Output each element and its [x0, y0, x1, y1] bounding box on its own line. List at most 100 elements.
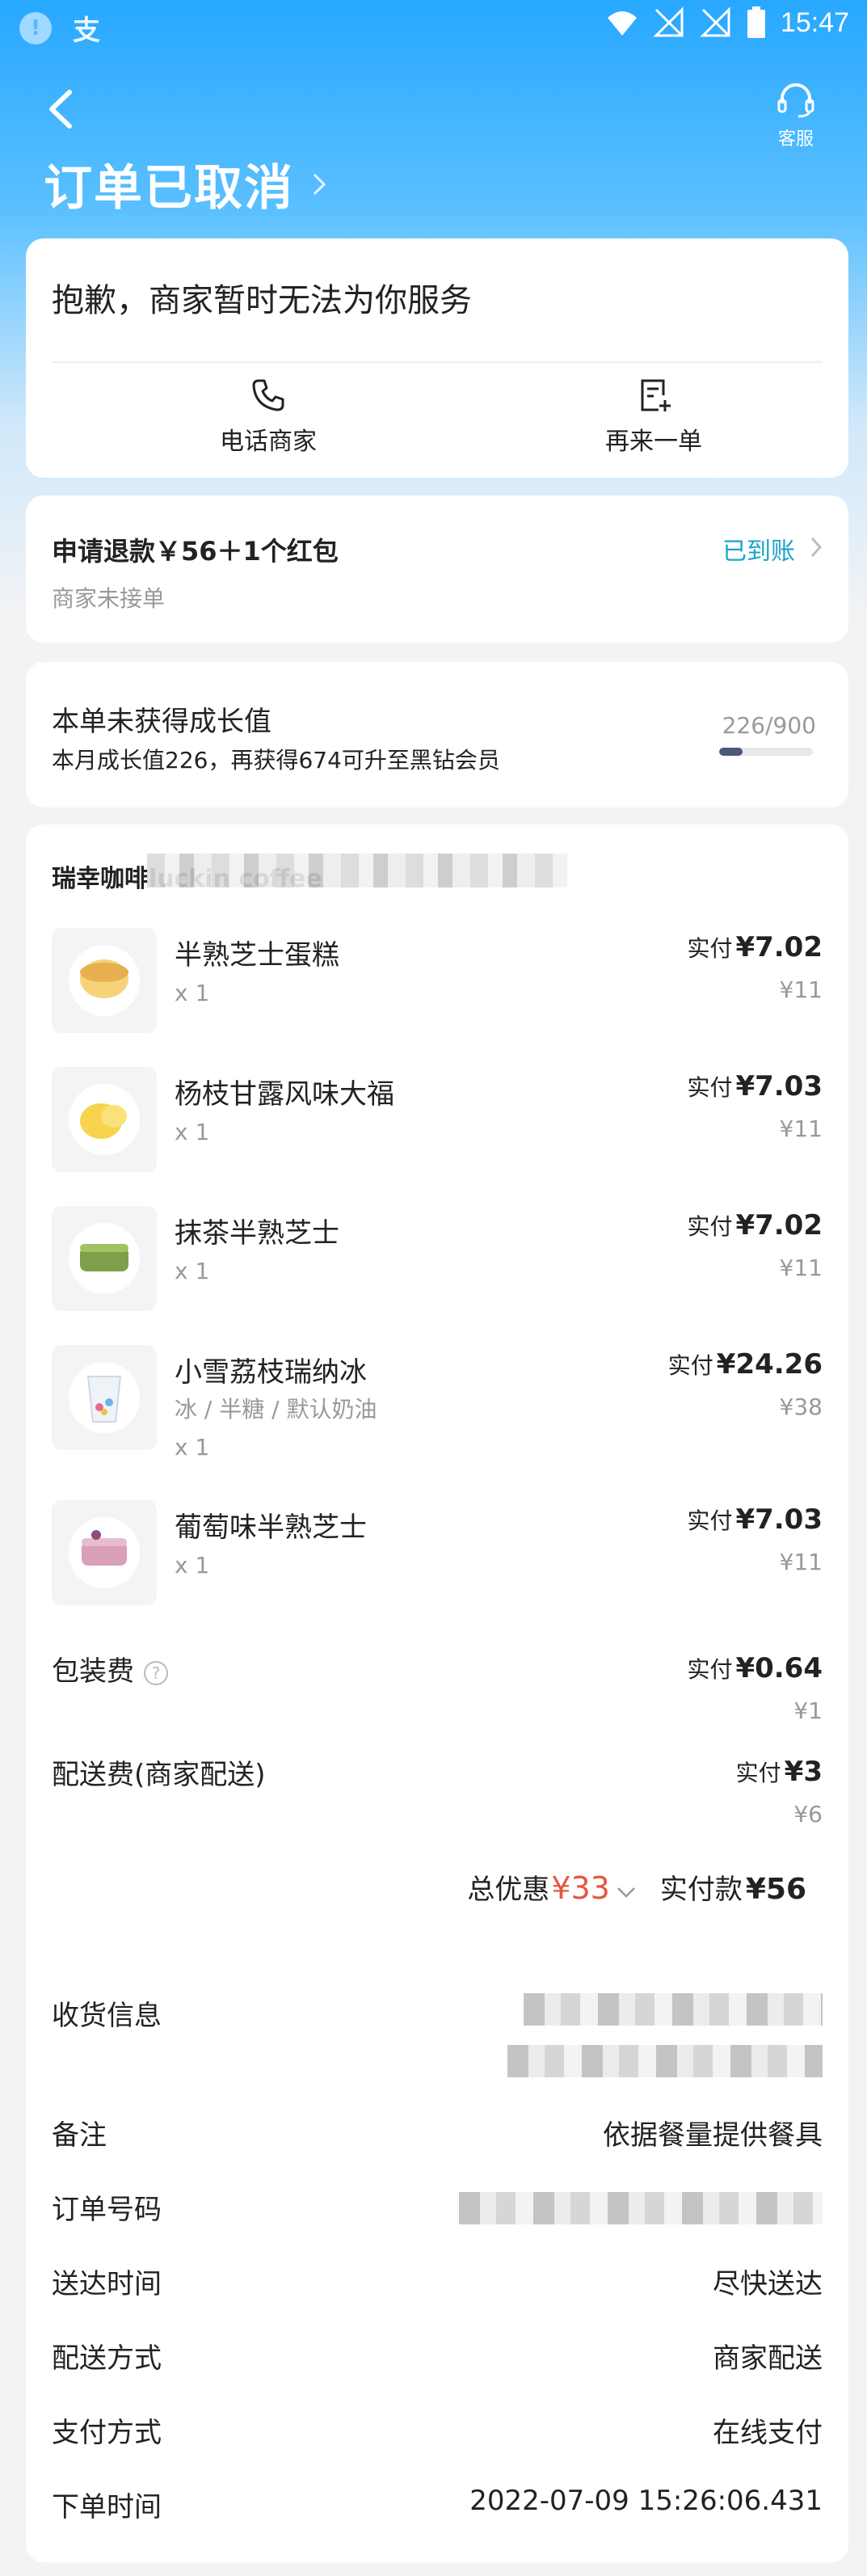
call-merchant-button[interactable]: 电话商家 [147, 377, 389, 457]
item-paid-price: 实付 ¥7.02 [687, 1209, 823, 1242]
payment-method-value: 在线支付 [713, 2417, 823, 2449]
chevron-right-icon [313, 173, 326, 195]
back-icon[interactable] [45, 89, 78, 129]
paid-value: ¥24.26 [716, 1348, 823, 1381]
delivery-fee-row: 配送费(商家配送) 实付 ¥3 ¥6 [52, 1752, 823, 1841]
reorder-label: 再来一单 [605, 428, 702, 456]
redaction-blur [524, 1993, 823, 2026]
item-name: 小雪荔枝瑞纳冰 [175, 1356, 367, 1389]
growth-subtitle: 本月成长值226，再获得674可升至黑钻会员 [52, 747, 500, 774]
signal-icon-2 [700, 6, 730, 37]
call-merchant-label: 电话商家 [220, 428, 317, 456]
paid-prefix: 实付 [687, 1656, 733, 1683]
signal-icon [653, 6, 684, 37]
help-icon[interactable]: ? [144, 1660, 168, 1685]
reorder-button[interactable]: 再来一单 [532, 377, 775, 457]
refund-card[interactable]: 申请退款￥56＋1个红包 商家未接单 已到账 [26, 495, 848, 643]
total-label: 实付款 [659, 1874, 743, 1906]
customer-service-label: 客服 [777, 129, 814, 150]
wifi-icon [607, 11, 637, 36]
paid-value: ¥7.02 [735, 931, 823, 963]
refund-title: 申请退款￥56＋1个红包 [52, 536, 339, 567]
item-original-price: ¥11 [779, 1254, 823, 1281]
paid-value: ¥7.03 [735, 1070, 823, 1102]
item-name: 抹茶半熟芝士 [175, 1217, 339, 1250]
redaction-blur [459, 2192, 823, 2224]
delivery-fee-label: 配送费(商家配送) [52, 1759, 266, 1791]
item-quantity: x 1 [175, 1434, 210, 1461]
address-row: 收货信息 [52, 1993, 823, 2090]
order-item[interactable]: 抹茶半熟芝士 x 1 实付 ¥7.02 ¥11 [52, 1206, 823, 1327]
page-title-text: 订单已取消 [44, 160, 294, 217]
discount-value[interactable]: ¥33 [551, 1870, 610, 1906]
order-time-value: 2022-07-09 15:26:06.431 [469, 2485, 823, 2517]
growth-card[interactable]: 本单未获得成长值 本月成长值226，再获得674可升至黑钻会员 226/900 [26, 662, 848, 807]
order-item[interactable]: 杨枝甘露风味大福 x 1 实付 ¥7.03 ¥11 [52, 1067, 823, 1188]
packaging-fee-label: 包装费? [52, 1649, 168, 1689]
order-number-label: 订单号码 [52, 2194, 162, 2226]
item-original-price: ¥11 [779, 1549, 823, 1575]
growth-progress-fill [719, 748, 743, 756]
delivery-method-row: 配送方式 商家配送 [52, 2336, 823, 2376]
headset-icon [777, 83, 814, 118]
item-image [52, 1500, 157, 1605]
refund-subtitle: 商家未接单 [52, 585, 166, 612]
delivery-time-row: 送达时间 尽快送达 [52, 2262, 823, 2302]
alert-icon: ! [19, 11, 52, 44]
packaging-fee-label-text: 包装费 [52, 1655, 134, 1688]
redaction-blur [507, 2045, 823, 2077]
page-title[interactable]: 订单已取消 [44, 149, 326, 219]
merchant-message: 抱歉，商家暂时无法为你服务 [52, 282, 472, 319]
phone-icon [252, 379, 284, 411]
item-image [52, 1067, 157, 1172]
customer-service-button[interactable]: 客服 [767, 81, 825, 150]
item-name: 葡萄味半熟芝士 [175, 1511, 367, 1544]
item-original-price: ¥11 [779, 1115, 823, 1142]
delivery-method-label: 配送方式 [52, 2342, 162, 2375]
item-original-price: ¥11 [779, 976, 823, 1003]
reorder-icon [641, 379, 671, 411]
payment-method-label: 支付方式 [52, 2417, 162, 2449]
order-card: 瑞幸咖啡luckin coffee 半熟芝士蛋糕 x 1 实付¥7.02 ¥11… [26, 824, 848, 2562]
chevron-down-icon[interactable] [617, 1886, 636, 1899]
clock: 15:47 [780, 6, 849, 38]
item-image [52, 1206, 157, 1311]
remark-row: 备注 依据餐量提供餐具 [52, 2113, 823, 2153]
packaging-fee-row: 包装费? 实付 ¥0.64 ¥1 [52, 1649, 823, 1738]
item-original-price: ¥38 [779, 1393, 823, 1420]
paid-value: ¥7.03 [735, 1503, 823, 1536]
item-name: 半熟芝士蛋糕 [175, 939, 339, 972]
delivery-time-value: 尽快送达 [713, 2268, 823, 2300]
order-summary: 总优惠 ¥33 实付款 ¥56 [467, 1867, 806, 1907]
battery-icon [747, 6, 765, 38]
redaction-blur [147, 854, 567, 887]
order-item[interactable]: 半熟芝士蛋糕 x 1 实付 ¥7.02 ¥11 [52, 928, 823, 1049]
growth-progress-bar [719, 748, 813, 756]
item-paid-price: 实付 ¥7.03 [687, 1070, 823, 1102]
paid-prefix: 实付 [687, 935, 733, 962]
item-image [52, 1345, 157, 1450]
paid-value: ¥0.64 [735, 1652, 823, 1684]
paid-prefix: 实付 [687, 1507, 733, 1534]
packaging-fee-original: ¥1 [793, 1697, 823, 1724]
delivery-time-label: 送达时间 [52, 2268, 162, 2300]
paid-prefix: 实付 [687, 1213, 733, 1240]
order-time-row: 下单时间 2022-07-09 15:26:06.431 [52, 2485, 823, 2525]
order-item[interactable]: 葡萄味半熟芝士 x 1 实付 ¥7.03 ¥11 [52, 1500, 823, 1621]
refund-status: 已到账 [722, 538, 795, 566]
delivery-fee-paid: 实付 ¥3 [736, 1756, 823, 1788]
payment-method-row: 支付方式 在线支付 [52, 2410, 823, 2451]
growth-progress-text: 226/900 [722, 712, 816, 739]
remark-label: 备注 [52, 2119, 107, 2152]
address-label: 收货信息 [52, 2000, 162, 2032]
status-bar: ! 支 15:47 [0, 0, 867, 52]
item-image [52, 928, 157, 1033]
order-number-row: 订单号码 [52, 2187, 823, 2228]
item-paid-price: 实付 ¥7.02 [687, 931, 823, 963]
paid-value: ¥3 [784, 1756, 823, 1788]
order-item[interactable]: 小雪荔枝瑞纳冰 冰 / 半糖 / 默认奶油 x 1 实付 ¥24.26 ¥38 [52, 1345, 823, 1482]
item-quantity: x 1 [175, 1552, 210, 1579]
divider [52, 361, 823, 363]
item-quantity: x 1 [175, 980, 210, 1006]
remark-value: 依据餐量提供餐具 [603, 2119, 823, 2152]
